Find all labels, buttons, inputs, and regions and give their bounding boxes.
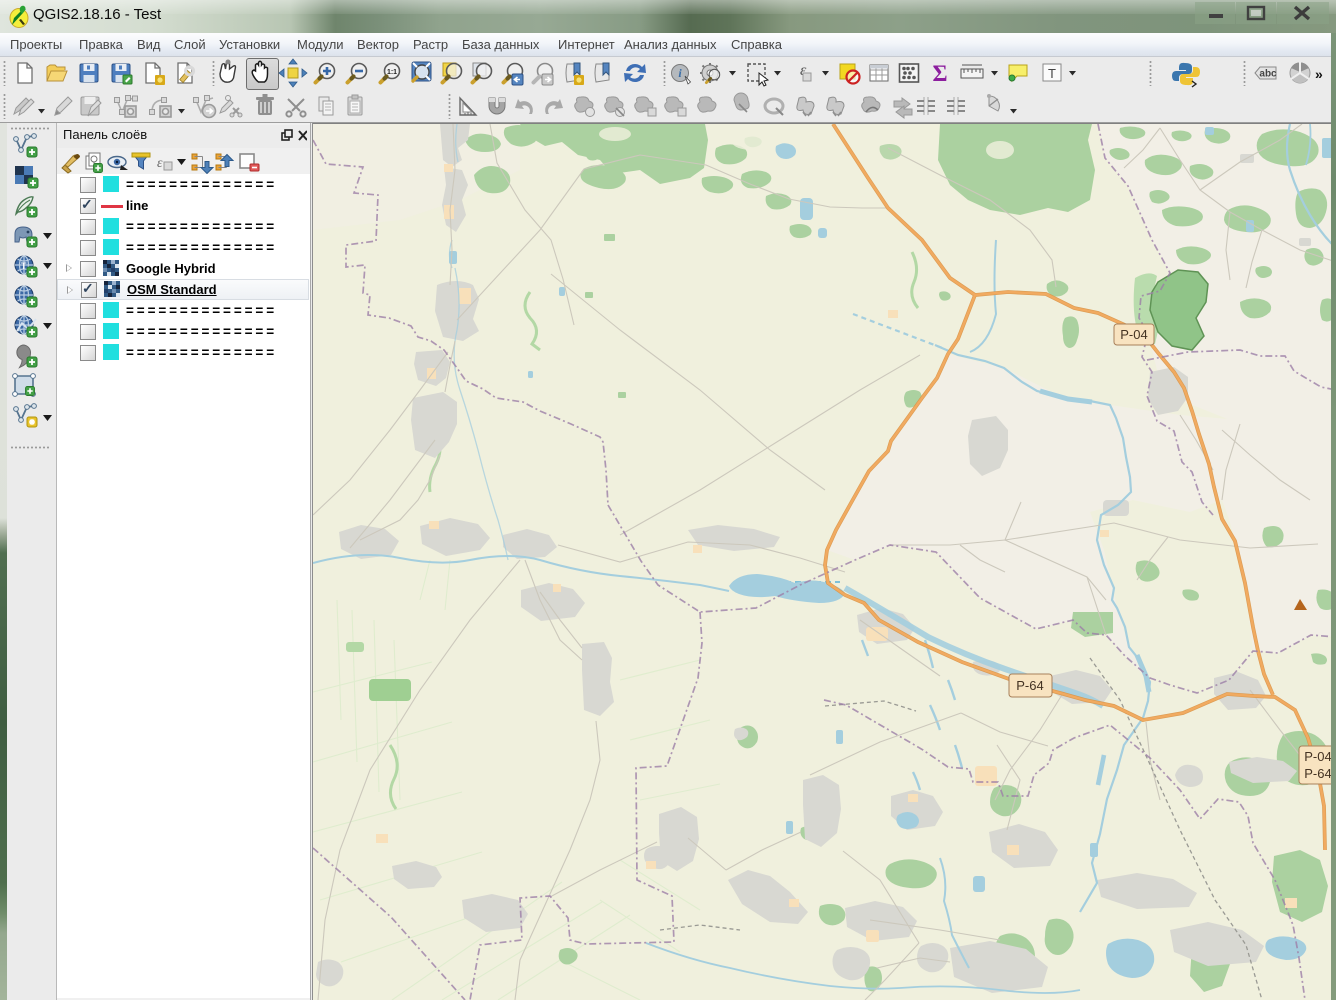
svg-text:P-04: P-04 [1120, 327, 1147, 342]
svg-text:T: T [1048, 66, 1056, 81]
svg-text:1:1: 1:1 [387, 69, 397, 76]
svg-text:T: T [21, 261, 27, 271]
svg-text:Σ: Σ [932, 61, 947, 86]
svg-text:»: » [1315, 66, 1323, 82]
svg-text:ε: ε [157, 156, 163, 171]
svg-text:P-04: P-04 [1304, 749, 1331, 764]
svg-text:abc: abc [1259, 69, 1277, 80]
svg-text:P-64: P-64 [1016, 678, 1043, 693]
svg-text:P-64: P-64 [1304, 766, 1331, 781]
